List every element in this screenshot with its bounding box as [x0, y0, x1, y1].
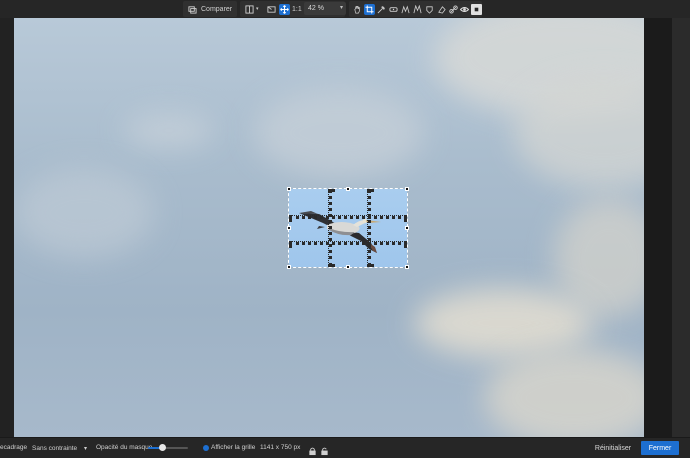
crop-handle-top[interactable]: [346, 187, 350, 191]
grid-line-horizontal: [289, 241, 407, 245]
aspect-ratio-select[interactable]: Sans contrainte ▾: [32, 442, 88, 454]
hand-tool-button[interactable]: [352, 2, 363, 16]
close-button[interactable]: Fermer: [641, 441, 679, 455]
side-panel-edge: [672, 18, 690, 437]
crop-handle-bottom-left[interactable]: [287, 265, 291, 269]
crop-handle-top-left[interactable]: [287, 187, 291, 191]
crop-handle-left[interactable]: [287, 226, 291, 230]
link-button[interactable]: [448, 2, 459, 16]
eraser-button[interactable]: [436, 2, 447, 16]
show-grid-checkbox[interactable]: [203, 445, 209, 451]
local-adjust-icon: [412, 4, 423, 15]
aspect-lock-icon[interactable]: [320, 443, 329, 456]
compare-button[interactable]: Comparer: [187, 2, 232, 16]
one-to-one-button[interactable]: 1:1: [292, 2, 302, 16]
compare-label: Comparer: [201, 5, 233, 13]
aspect-ratio-value: Sans contrainte: [32, 444, 78, 452]
grid-line-horizontal: [289, 215, 407, 219]
brush-button[interactable]: [424, 2, 435, 16]
zoom-value: 42 %: [308, 5, 324, 12]
eraser-icon: [436, 4, 447, 15]
move-icon: [279, 3, 290, 15]
cloud-shape: [124, 113, 214, 148]
crop-tool-button[interactable]: [364, 2, 375, 16]
eye-icon: [459, 4, 470, 15]
view-mode-button[interactable]: [471, 2, 482, 16]
cloud-shape: [484, 348, 644, 437]
rotate-lock-icon[interactable]: [308, 443, 317, 456]
chevron-down-icon: ▾: [83, 445, 87, 452]
split-view-icon: [244, 4, 255, 15]
link-icon: [448, 4, 459, 15]
mask-opacity-slider[interactable]: [148, 444, 188, 451]
preview-toggle-button[interactable]: [459, 2, 470, 16]
grid-line-vertical: [328, 189, 332, 267]
brush-icon: [424, 4, 435, 15]
cloud-shape: [14, 168, 154, 258]
mask-icon: [266, 4, 277, 15]
eyedropper-icon: [376, 4, 387, 15]
show-grid-label: Afficher la grille: [211, 444, 256, 451]
view-mode-icon: [471, 3, 482, 15]
crop-handle-bottom[interactable]: [346, 265, 350, 269]
mask-opacity-label: Opacité du masque: [96, 444, 153, 451]
crop-dimensions: 1141 x 750 px: [260, 444, 301, 451]
crop-options-bar: ecadrage Sans contrainte ▾ Opacité du ma…: [0, 437, 690, 458]
reset-button[interactable]: Réinitialiser: [590, 441, 636, 455]
crop-icon: [364, 3, 375, 15]
cloud-shape: [254, 88, 424, 178]
top-toolbar: Comparer ▾ 1:1 42 % ▾: [0, 0, 690, 18]
chevron-down-icon: ▾: [339, 5, 343, 11]
pelican-image: [299, 211, 381, 253]
chevron-down-icon: ▾: [256, 6, 259, 12]
curves-button[interactable]: [400, 2, 411, 16]
split-view-button[interactable]: ▾: [244, 2, 259, 16]
grid-line-vertical: [367, 189, 371, 267]
heal-icon: [388, 4, 399, 15]
crop-handle-top-right[interactable]: [405, 187, 409, 191]
crop-handle-right[interactable]: [405, 226, 409, 230]
eyedropper-button[interactable]: [376, 2, 387, 16]
move-button[interactable]: [279, 2, 290, 16]
zoom-select[interactable]: 42 % ▾: [304, 2, 346, 15]
compare-icon: [187, 4, 198, 15]
crop-mode-label: ecadrage: [0, 444, 28, 451]
local-adjust-button[interactable]: [412, 2, 423, 16]
photo-editor-window: Comparer ▾ 1:1 42 % ▾ ecadrage Sans cont…: [0, 0, 690, 458]
mask-button[interactable]: [266, 2, 277, 16]
crop-handle-bottom-right[interactable]: [405, 265, 409, 269]
one-to-one-label: 1:1: [292, 5, 302, 13]
crop-selection[interactable]: [288, 188, 408, 268]
hand-icon: [352, 4, 363, 15]
mask-opacity-thumb[interactable]: [158, 444, 166, 451]
curves-icon: [400, 4, 411, 15]
heal-button[interactable]: [388, 2, 399, 16]
